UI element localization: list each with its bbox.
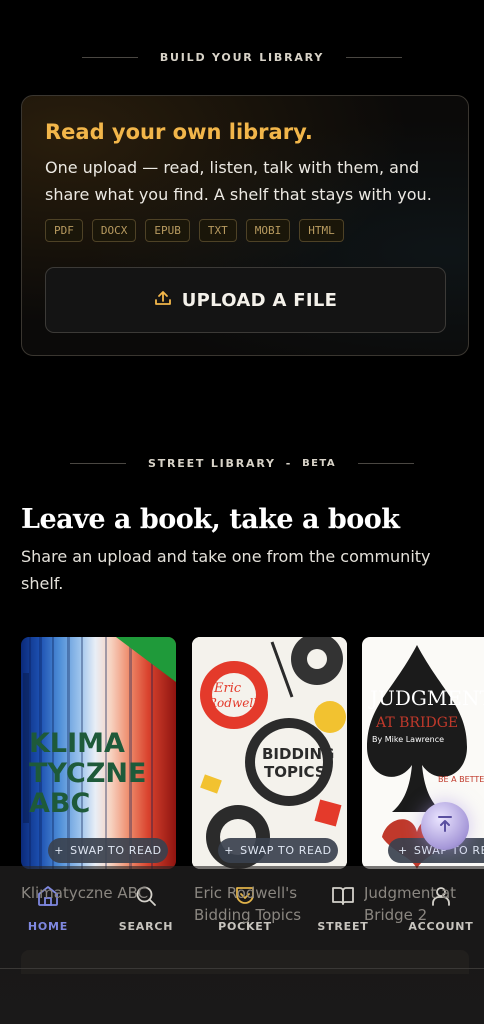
swap-button-label: SWAP TO READ <box>70 844 162 857</box>
book-title-bidding-topics: Eric Rodwell's Bidding Topics <box>194 884 302 924</box>
book-card-klimatyczne[interactable]: KLIMA TYCZNE ABC <box>21 637 176 869</box>
library-section-heading: BUILD YOUR LIBRARY <box>159 51 325 64</box>
plus-icon: + <box>224 844 235 857</box>
cover-text: ABC <box>29 788 90 819</box>
cover-text: AT BRIDGE <box>375 715 458 731</box>
swap-to-read-button[interactable]: + SWAP TO READ <box>48 838 168 863</box>
cover-text: TYCZNE <box>29 758 146 789</box>
divider-line <box>81 57 138 58</box>
cover-text: JUDGMENT <box>368 686 484 710</box>
street-section-separator: - <box>285 457 293 470</box>
format-badge-html: HTML <box>299 219 344 242</box>
upload-file-button[interactable]: UPLOAD A FILE <box>45 267 446 333</box>
format-badge-mobi: MOBI <box>245 219 291 242</box>
cover-text: KLIMA <box>29 728 125 759</box>
library-section-header: BUILD YOUR LIBRARY <box>0 51 484 64</box>
street-subtitle: Share an upload and take one from the co… <box>21 547 431 593</box>
nav-bottom-strip <box>21 950 469 974</box>
nav-divider <box>0 968 484 969</box>
format-badges: PDF DOCX EPUB TXT MOBI HTML <box>45 219 344 242</box>
swap-button-label: SWAP TO READ <box>240 844 332 857</box>
book-cover-klimatyczne: KLIMA TYCZNE ABC <box>21 637 176 869</box>
book-card-bidding-topics[interactable]: Eric Rodwell's BIDDING TOPICS <box>192 637 347 869</box>
upload-button-label: UPLOAD A FILE <box>181 289 338 311</box>
street-section-heading: STREET LIBRARY <box>148 457 276 470</box>
divider-line <box>70 463 126 464</box>
plus-icon: + <box>54 844 65 857</box>
format-badge-epub: EPUB <box>145 219 190 242</box>
plus-icon: + <box>398 844 408 857</box>
format-badge-docx: DOCX <box>91 219 137 242</box>
upload-card-description: One upload — read, listen, talk with the… <box>45 158 432 204</box>
cover-text: By Mike Lawrence <box>372 735 444 744</box>
book-title-klimatyczne: Klimatyczne ABC <box>21 884 149 902</box>
divider-line <box>346 57 403 58</box>
book-title-judgment-at-bridge: Judgment at Bridge 2 <box>364 884 457 924</box>
scroll-to-top-button[interactable] <box>421 802 469 850</box>
cover-text: BIDDING <box>262 745 334 763</box>
format-badge-pdf: PDF <box>45 219 83 242</box>
divider-line <box>357 463 414 464</box>
swap-to-read-button[interactable]: + SWAP TO READ <box>218 838 338 863</box>
beta-badge: BETA <box>302 458 336 469</box>
upload-card: Read your own library. One upload — read… <box>21 95 469 356</box>
book-cover-bidding-topics: Eric Rodwell's BIDDING TOPICS <box>192 637 347 869</box>
cover-text: Eric <box>213 681 242 696</box>
upload-card-title: Read your own library. <box>45 120 313 144</box>
street-section-header: STREET LIBRARY - BETA <box>0 457 484 470</box>
nav-label-home: HOME <box>27 920 69 933</box>
street-title: Leave a book, take a book <box>21 504 400 535</box>
cover-text: TOPICS <box>264 763 326 781</box>
cover-text: Rodwell's <box>207 696 266 710</box>
cover-text: BE A BETTER PLAYER & MORE <box>438 775 484 784</box>
upload-icon <box>154 289 172 312</box>
nav-label-search: SEARCH <box>118 920 174 933</box>
format-badge-txt: TXT <box>198 219 237 242</box>
street-section-label: STREET LIBRARY - BETA <box>148 457 336 470</box>
arrow-up-icon <box>435 814 455 838</box>
